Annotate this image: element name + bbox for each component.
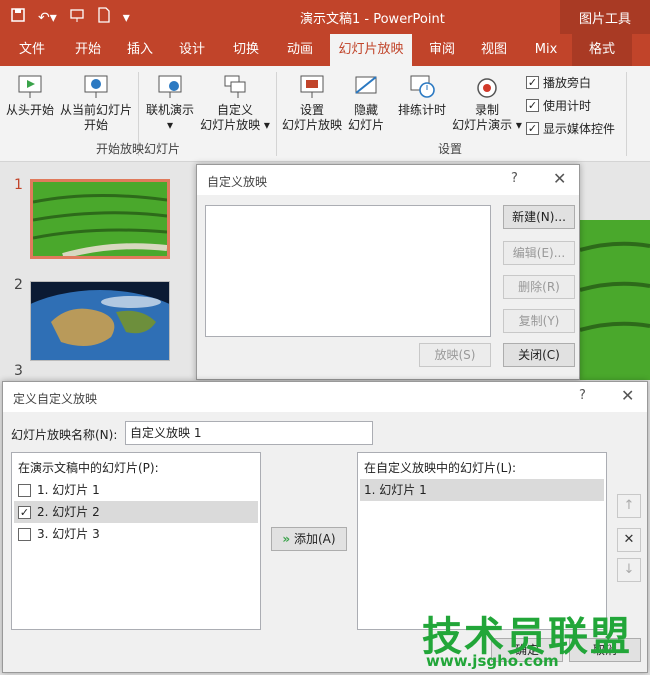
show-button[interactable]: 放映(S) — [419, 343, 491, 367]
tab-design[interactable]: 设计 — [168, 34, 216, 66]
play-from-current-icon — [84, 75, 108, 98]
checkbox-box: ✓ — [526, 122, 539, 135]
dialog-title-bar: 自定义放映 ? ✕ — [197, 165, 579, 195]
tab-slideshow[interactable]: 幻灯片放映 — [330, 34, 412, 66]
tab-file[interactable]: 文件 — [8, 34, 56, 66]
list-item[interactable]: 1. 幻灯片 1 — [14, 479, 258, 501]
tab-format[interactable]: 格式 — [572, 34, 632, 66]
rehearse-timings-icon — [410, 75, 435, 98]
tab-view[interactable]: 视图 — [470, 34, 518, 66]
slide-editing-area[interactable] — [580, 220, 650, 380]
dialog-title: 定义自定义放映 — [13, 392, 98, 406]
record-show-button[interactable]: 录制 幻灯片演示 ▾ — [452, 74, 522, 133]
quick-access-toolbar: ↶▾ ▾ — [10, 7, 130, 28]
tab-review[interactable]: 审阅 — [418, 34, 466, 66]
tab-animations[interactable]: 动画 — [276, 34, 324, 66]
help-icon[interactable]: ? — [579, 388, 586, 403]
dialog-title: 自定义放映 — [207, 175, 268, 189]
dialog-title-bar: 定义自定义放映 ? ✕ — [3, 382, 647, 412]
custom-show-button[interactable]: 自定义 幻灯片放映 ▾ — [200, 74, 270, 133]
ribbon: 从头开始 从当前幻灯片 开始 联机演示 ▾ 自定义 幻灯片放映 ▾ 开始放映幻灯片 设… — [0, 66, 650, 162]
ribbon-separator — [276, 72, 277, 156]
list-item[interactable]: 1. 幻灯片 1 — [360, 479, 604, 501]
show-name-label: 幻灯片放映名称(N): — [11, 428, 118, 442]
customize-qat-icon[interactable]: ▾ — [123, 9, 130, 27]
help-icon[interactable]: ? — [511, 171, 518, 186]
close-icon[interactable]: ✕ — [621, 386, 634, 405]
checkbox-box[interactable] — [18, 528, 31, 541]
ribbon-separator — [626, 72, 627, 156]
from-current-button[interactable]: 从当前幻灯片 开始 — [58, 74, 134, 133]
group-label-setup: 设置 — [438, 142, 463, 156]
list-item[interactable]: ✓ 2. 幻灯片 2 — [14, 501, 258, 523]
remove-icon[interactable]: ✕ — [617, 528, 641, 552]
slide-number: 3 — [14, 363, 23, 379]
edit-show-button[interactable]: 编辑(E)... — [503, 241, 575, 265]
presentation-slides-list[interactable]: 在演示文稿中的幻灯片(P): 1. 幻灯片 1 ✓ 2. 幻灯片 2 3. 幻灯片… — [11, 452, 261, 630]
new-show-button[interactable]: 新建(N)... — [503, 205, 575, 229]
undo-icon[interactable]: ↶▾ — [38, 9, 57, 27]
rice-terrace-image — [580, 220, 650, 380]
presentation-slides-label: 在演示文稿中的幻灯片(P): — [18, 461, 159, 475]
record-show-icon — [477, 78, 497, 98]
use-timings-checkbox[interactable]: ✓ 使用计时 — [526, 97, 591, 114]
custom-shows-list[interactable] — [205, 205, 491, 337]
rehearse-timings-button[interactable]: 排练计时 — [394, 74, 450, 118]
earth-image — [0, 282, 210, 414]
play-narration-checkbox[interactable]: ✓ 播放旁白 — [526, 74, 591, 91]
group-label-start: 开始放映幻灯片 — [96, 142, 181, 156]
show-name-input[interactable]: 自定义放映 1 — [125, 421, 373, 445]
rice-terrace-image — [32, 182, 168, 259]
checkbox-box[interactable]: ✓ — [18, 506, 31, 519]
site-watermark: 技术员联盟 www.jsgho.com — [422, 604, 650, 675]
custom-show-slides-label: 在自定义放映中的幻灯片(L): — [364, 461, 517, 475]
setup-show-button[interactable]: 设置 幻灯片放映 — [280, 74, 344, 133]
move-down-icon[interactable]: ↓ — [617, 558, 641, 582]
tab-transitions[interactable]: 切换 — [222, 34, 270, 66]
slide-number: 1 — [14, 177, 23, 193]
context-tab-group-label: 图片工具 — [560, 0, 650, 34]
add-arrows-icon: » — [282, 532, 291, 546]
delete-show-button[interactable]: 删除(R) — [503, 275, 575, 299]
hide-slide-icon — [355, 76, 377, 94]
ribbon-tabs: 文件 开始 插入 设计 切换 动画 幻灯片放映 审阅 视图 Mix 格式 — [0, 34, 650, 66]
slide-thumbnail-2[interactable] — [0, 281, 210, 414]
setup-show-icon — [300, 75, 324, 98]
custom-show-dialog: 自定义放映 ? ✕ 新建(N)... 编辑(E)... 删除(R) 复制(Y) … — [196, 164, 580, 380]
close-icon[interactable]: ✕ — [553, 169, 566, 188]
custom-show-icon — [224, 75, 246, 98]
close-dialog-button[interactable]: 关闭(C) — [503, 343, 575, 367]
move-up-icon[interactable]: ↑ — [617, 494, 641, 518]
save-icon[interactable] — [10, 7, 26, 28]
tab-home[interactable]: 开始 — [64, 34, 112, 66]
online-present-icon — [158, 75, 182, 98]
window-title: 演示文稿1 - PowerPoint — [300, 12, 445, 27]
list-item[interactable]: 3. 幻灯片 3 — [14, 523, 258, 545]
slide-thumbnail-pane: 1 2 3 — [0, 163, 210, 414]
present-icon[interactable] — [69, 7, 85, 28]
show-media-controls-checkbox[interactable]: ✓ 显示媒体控件 — [526, 120, 615, 137]
checkbox-box[interactable] — [18, 484, 31, 497]
play-from-start-icon — [18, 75, 42, 98]
add-button[interactable]: » 添加(A) — [271, 527, 347, 551]
title-bar: ↶▾ ▾ 演示文稿1 - PowerPoint 图片工具 — [0, 0, 650, 34]
online-present-button[interactable]: 联机演示 ▾ — [142, 74, 198, 133]
tab-insert[interactable]: 插入 — [116, 34, 164, 66]
slide-thumbnail-1[interactable] — [30, 179, 170, 259]
checkbox-box: ✓ — [526, 76, 539, 89]
watermark-url: www.jsgho.com — [426, 652, 559, 670]
from-beginning-button[interactable]: 从头开始 — [4, 74, 56, 118]
slide-number: 2 — [14, 277, 23, 293]
tab-mix[interactable]: Mix — [524, 34, 568, 66]
new-doc-icon[interactable] — [97, 7, 111, 28]
copy-show-button[interactable]: 复制(Y) — [503, 309, 575, 333]
checkbox-box: ✓ — [526, 99, 539, 112]
hide-slide-button[interactable]: 隐藏 幻灯片 — [346, 74, 386, 133]
